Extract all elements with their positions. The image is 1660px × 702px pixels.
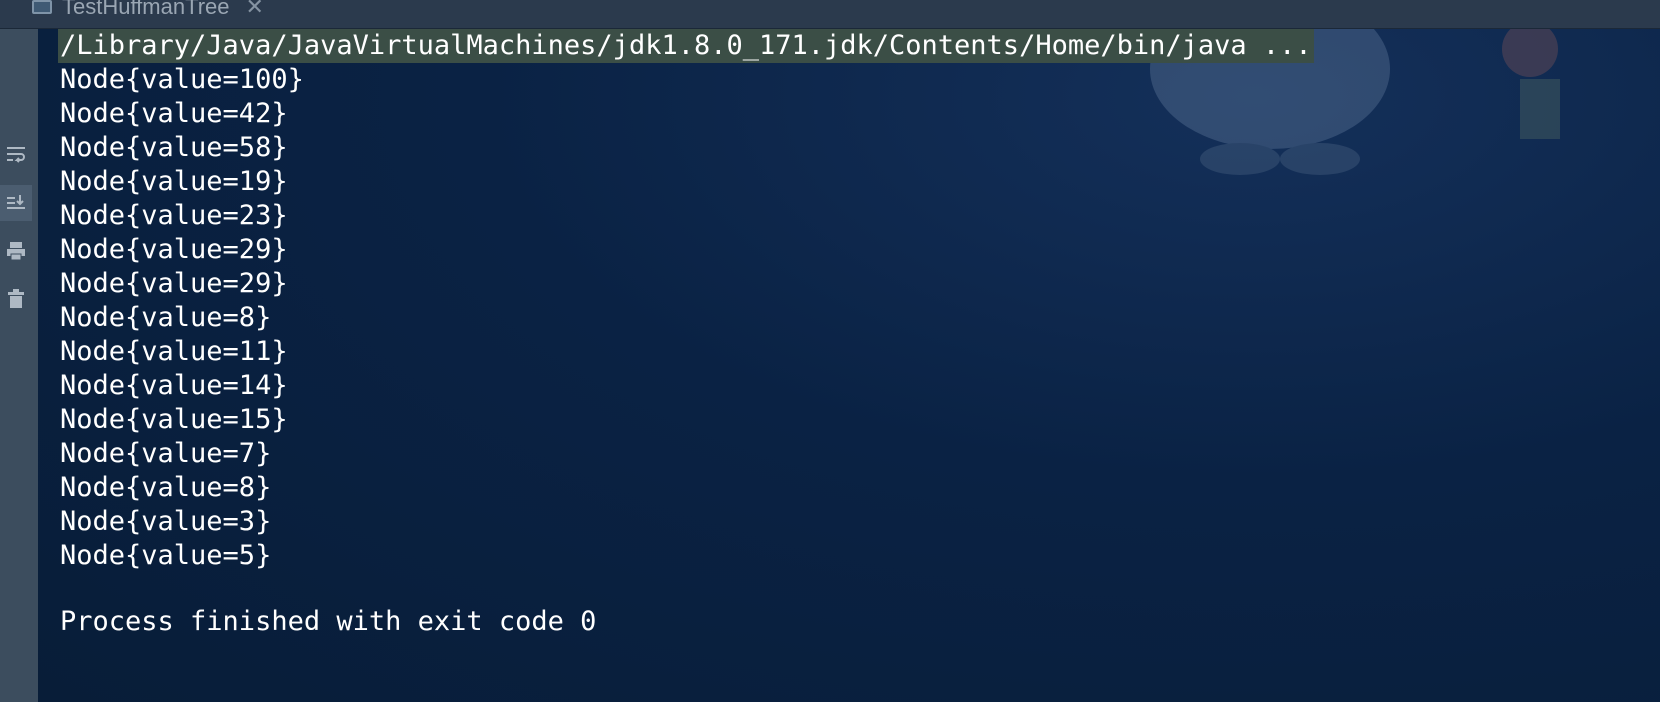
print-icon[interactable] (0, 233, 32, 269)
output-line: Node{value=15} (60, 404, 288, 435)
soft-wrap-icon[interactable] (0, 137, 32, 173)
output-line: Node{value=23} (60, 200, 288, 231)
output-line: Node{value=100} (60, 64, 304, 95)
output-line: Node{value=29} (60, 234, 288, 265)
output-line: Node{value=14} (60, 370, 288, 401)
output-line: Node{value=42} (60, 98, 288, 129)
trash-icon[interactable] (0, 281, 32, 317)
output-line: Node{value=11} (60, 336, 288, 367)
scroll-to-end-icon[interactable] (0, 185, 32, 221)
close-icon[interactable]: ✕ (246, 0, 264, 20)
console-tab-icon (32, 0, 52, 14)
tab-test-huffman-tree[interactable]: TestHuffmanTree ✕ (22, 0, 274, 22)
output-line: Node{value=8} (60, 472, 272, 503)
output-line: Node{value=58} (60, 132, 288, 163)
editor-tab-bar: TestHuffmanTree ✕ (0, 0, 1660, 29)
console-output[interactable]: /Library/Java/JavaVirtualMachines/jdk1.8… (38, 29, 1660, 702)
output-line: Node{value=5} (60, 540, 272, 571)
exit-message: Process finished with exit code 0 (60, 606, 597, 637)
output-line: Node{value=19} (60, 166, 288, 197)
output-line: Node{value=3} (60, 506, 272, 537)
output-line: Node{value=29} (60, 268, 288, 299)
output-line: Node{value=8} (60, 302, 272, 333)
console-toolbar (0, 29, 38, 702)
command-line: /Library/Java/JavaVirtualMachines/jdk1.8… (58, 29, 1314, 63)
tab-title: TestHuffmanTree (62, 0, 230, 19)
output-line: Node{value=7} (60, 438, 272, 469)
